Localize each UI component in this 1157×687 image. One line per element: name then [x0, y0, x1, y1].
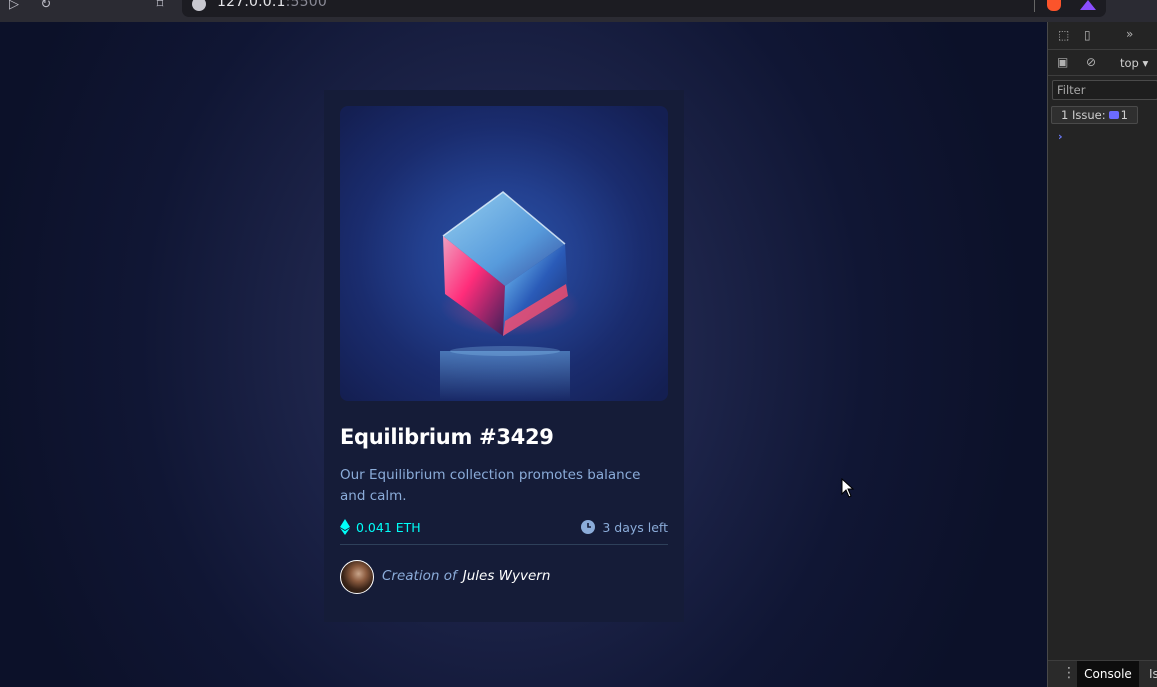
drawer-menu-icon[interactable]: ⋮ — [1062, 665, 1076, 681]
devtools-main-toolbar: ⬚ ▯ » — [1048, 22, 1157, 50]
more-tabs-icon[interactable]: » — [1126, 27, 1133, 41]
creator-name-link[interactable]: Jules Wyvern — [463, 568, 551, 584]
nft-title[interactable]: Equilibrium #3429 — [340, 425, 554, 449]
forward-icon[interactable]: ▷ — [6, 0, 22, 14]
time-left-row: 3 days left — [581, 518, 668, 536]
inspect-element-icon[interactable]: ⬚ — [1058, 28, 1069, 42]
brave-shields-icon[interactable] — [1047, 0, 1061, 11]
clock-icon — [581, 520, 596, 534]
console-filter-input[interactable]: Filter — [1052, 80, 1157, 100]
console-prompt-icon[interactable]: › — [1058, 130, 1063, 143]
brave-rewards-icon[interactable] — [1080, 0, 1096, 10]
equilibrium-image[interactable] — [340, 106, 668, 401]
tab-console[interactable]: Console — [1077, 661, 1139, 687]
creator-avatar — [340, 560, 374, 594]
site-info-icon[interactable] — [192, 0, 206, 11]
console-toolbar: ▣ ⊘ top ▾ — [1048, 50, 1157, 76]
card-divider — [340, 544, 668, 545]
devtools-panel: ⬚ ▯ » ▣ ⊘ top ▾ Filter 1 Issue: 1 › ⋮ Con… — [1047, 22, 1157, 687]
creator-prefix: Creation of — [382, 568, 457, 584]
clear-console-icon[interactable]: ⊘ — [1086, 55, 1096, 69]
browser-toolbar: ▷ ↻ ⌑ 127.0.0.1:5500 — [0, 0, 1157, 22]
context-select[interactable]: top ▾ — [1120, 56, 1148, 70]
drawer-tabbar: ⋮ Console Is — [1048, 660, 1157, 687]
issues-button[interactable]: 1 Issue: 1 — [1051, 106, 1138, 124]
nft-card: Equilibrium #3429 Our Equilibrium collec… — [324, 90, 684, 622]
url-separator — [1034, 0, 1035, 12]
reload-icon[interactable]: ↻ — [38, 0, 54, 14]
url-text[interactable]: 127.0.0.1:5500 — [217, 0, 327, 10]
issue-message-icon — [1108, 111, 1119, 119]
address-bar[interactable]: 127.0.0.1:5500 — [182, 0, 1106, 17]
mouse-cursor-icon — [841, 478, 855, 498]
price-value: 0.041 ETH — [356, 519, 421, 535]
creator-line: Creation of Jules Wyvern — [382, 568, 550, 584]
tab-issues[interactable]: Is — [1149, 661, 1157, 687]
page-viewport: Equilibrium #3429 Our Equilibrium collec… — [0, 22, 1047, 687]
ethereum-icon — [340, 519, 350, 535]
price-row: 0.041 ETH — [340, 518, 421, 536]
bookmark-icon[interactable]: ⌑ — [152, 0, 168, 14]
nft-description: Our Equilibrium collection promotes bala… — [340, 467, 641, 504]
device-toolbar-icon[interactable]: ▯ — [1084, 28, 1091, 42]
sidebar-toggle-icon[interactable]: ▣ — [1057, 55, 1068, 69]
time-left-value: 3 days left — [602, 519, 668, 535]
